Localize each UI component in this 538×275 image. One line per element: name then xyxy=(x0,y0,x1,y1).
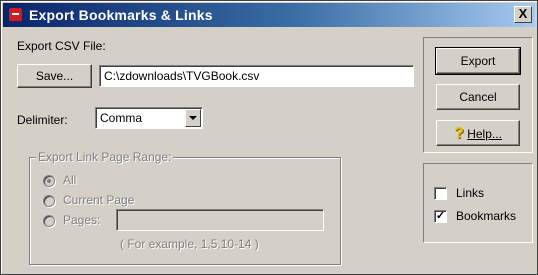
save-button[interactable]: Save... xyxy=(17,64,92,88)
bookmarks-checkbox[interactable]: ✓ xyxy=(434,210,447,223)
app-icon xyxy=(9,8,22,21)
export-bookmarks-dialog: Export Bookmarks & Links X Export CSV Fi… xyxy=(0,0,538,275)
range-current-page-radio[interactable] xyxy=(43,195,55,207)
help-question-icon: ? xyxy=(454,124,464,142)
range-all-radio[interactable] xyxy=(43,175,55,187)
bookmarks-label: Bookmarks xyxy=(456,209,517,223)
cancel-button[interactable]: Cancel xyxy=(436,84,520,110)
actions-panel: Export Cancel ? Help... xyxy=(423,37,533,153)
help-button[interactable]: ? Help... xyxy=(436,120,520,146)
page-range-group: Export Link Page Range: All Current Page… xyxy=(29,150,341,265)
title-bar[interactable]: Export Bookmarks & Links X xyxy=(3,3,535,27)
chevron-down-icon[interactable] xyxy=(185,109,201,127)
links-label: Links xyxy=(456,186,485,200)
export-csv-label: Export CSV File: xyxy=(17,39,106,53)
help-button-label: Help... xyxy=(467,126,502,141)
range-pages-label: Pages: xyxy=(63,213,101,227)
page-range-title: Export Link Page Range: xyxy=(36,150,174,164)
delimiter-label: Delimiter: xyxy=(17,113,68,127)
range-pages-radio[interactable] xyxy=(43,215,55,227)
close-button[interactable]: X xyxy=(514,6,532,23)
dialog-title: Export Bookmarks & Links xyxy=(29,7,213,23)
pages-input[interactable] xyxy=(116,209,324,231)
links-checkbox[interactable] xyxy=(434,187,447,200)
range-current-page-label: Current Page xyxy=(63,193,135,207)
delimiter-selected-value: Comma xyxy=(100,111,143,125)
delimiter-select[interactable]: Comma xyxy=(95,107,203,129)
include-options-panel: Links ✓ Bookmarks xyxy=(423,163,533,243)
range-all-label: All xyxy=(63,173,77,187)
pages-example-hint: ( For example, 1,5,10-14 ) xyxy=(120,237,259,251)
export-button[interactable]: Export xyxy=(435,47,521,75)
csv-path-input[interactable]: C:\zdownloads\TVGBook.csv xyxy=(99,65,414,87)
